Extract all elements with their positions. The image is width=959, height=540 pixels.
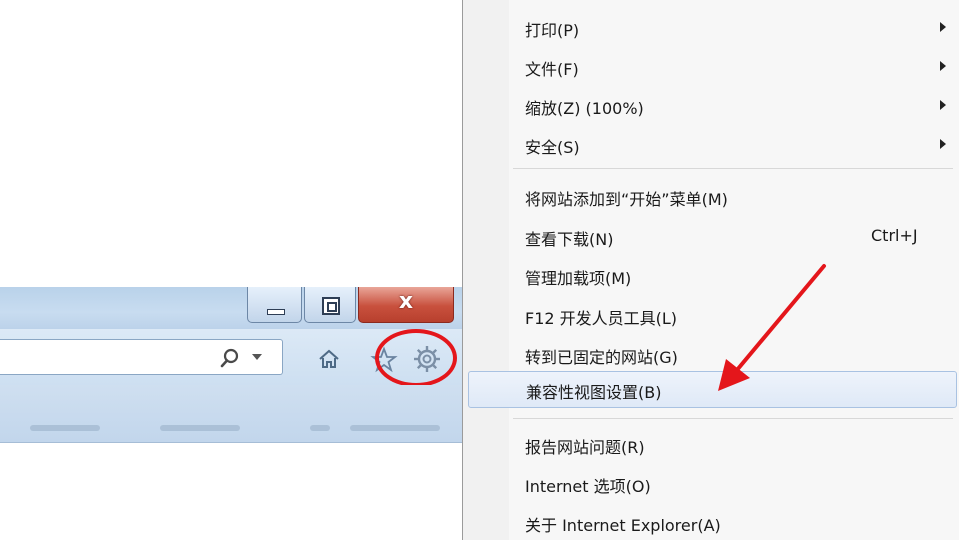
arrow-head [718, 359, 750, 391]
annotation-arrow [718, 264, 826, 391]
arrow-shaft [735, 264, 826, 372]
